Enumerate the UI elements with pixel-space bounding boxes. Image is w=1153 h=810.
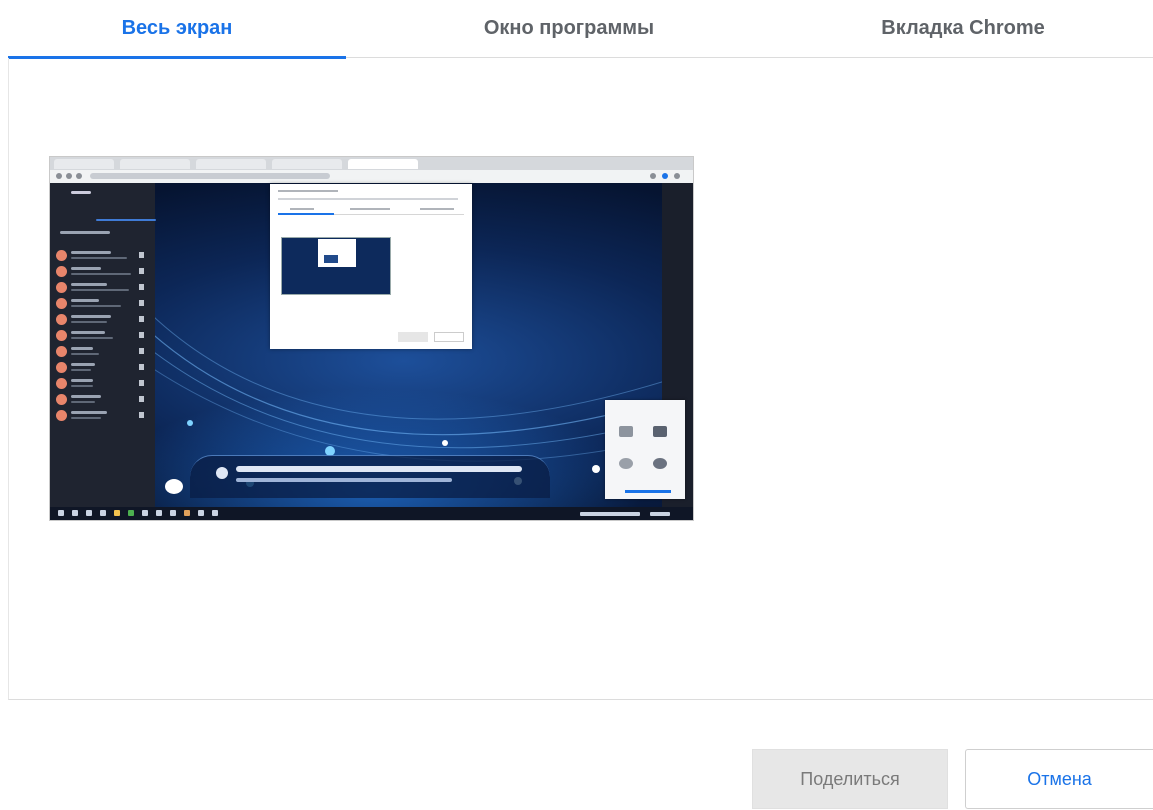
preview-chat-bubble-icon: [165, 479, 183, 494]
share-source-tabs: Весь экран Окно программы Вкладка Chrome: [8, 0, 1153, 59]
preview-browser-toolbar: [50, 157, 693, 183]
cancel-button[interactable]: Отмена: [965, 749, 1153, 809]
tab-application-window[interactable]: Окно программы: [400, 0, 738, 57]
preview-chat-sidebar: [50, 183, 156, 507]
preview-taskbar: [50, 507, 693, 520]
preview-device-widget: [605, 400, 685, 499]
screen-preview-thumbnail[interactable]: [50, 157, 693, 520]
preview-waiting-banner: [190, 455, 550, 498]
tab-entire-screen[interactable]: Весь экран: [8, 0, 346, 59]
screen-share-dialog: Весь экран Окно программы Вкладка Chrome: [0, 0, 1153, 810]
share-button[interactable]: Поделиться: [752, 749, 948, 809]
tab-chrome-tab[interactable]: Вкладка Chrome: [794, 0, 1132, 57]
preview-nested-share-dialog: [270, 184, 472, 349]
